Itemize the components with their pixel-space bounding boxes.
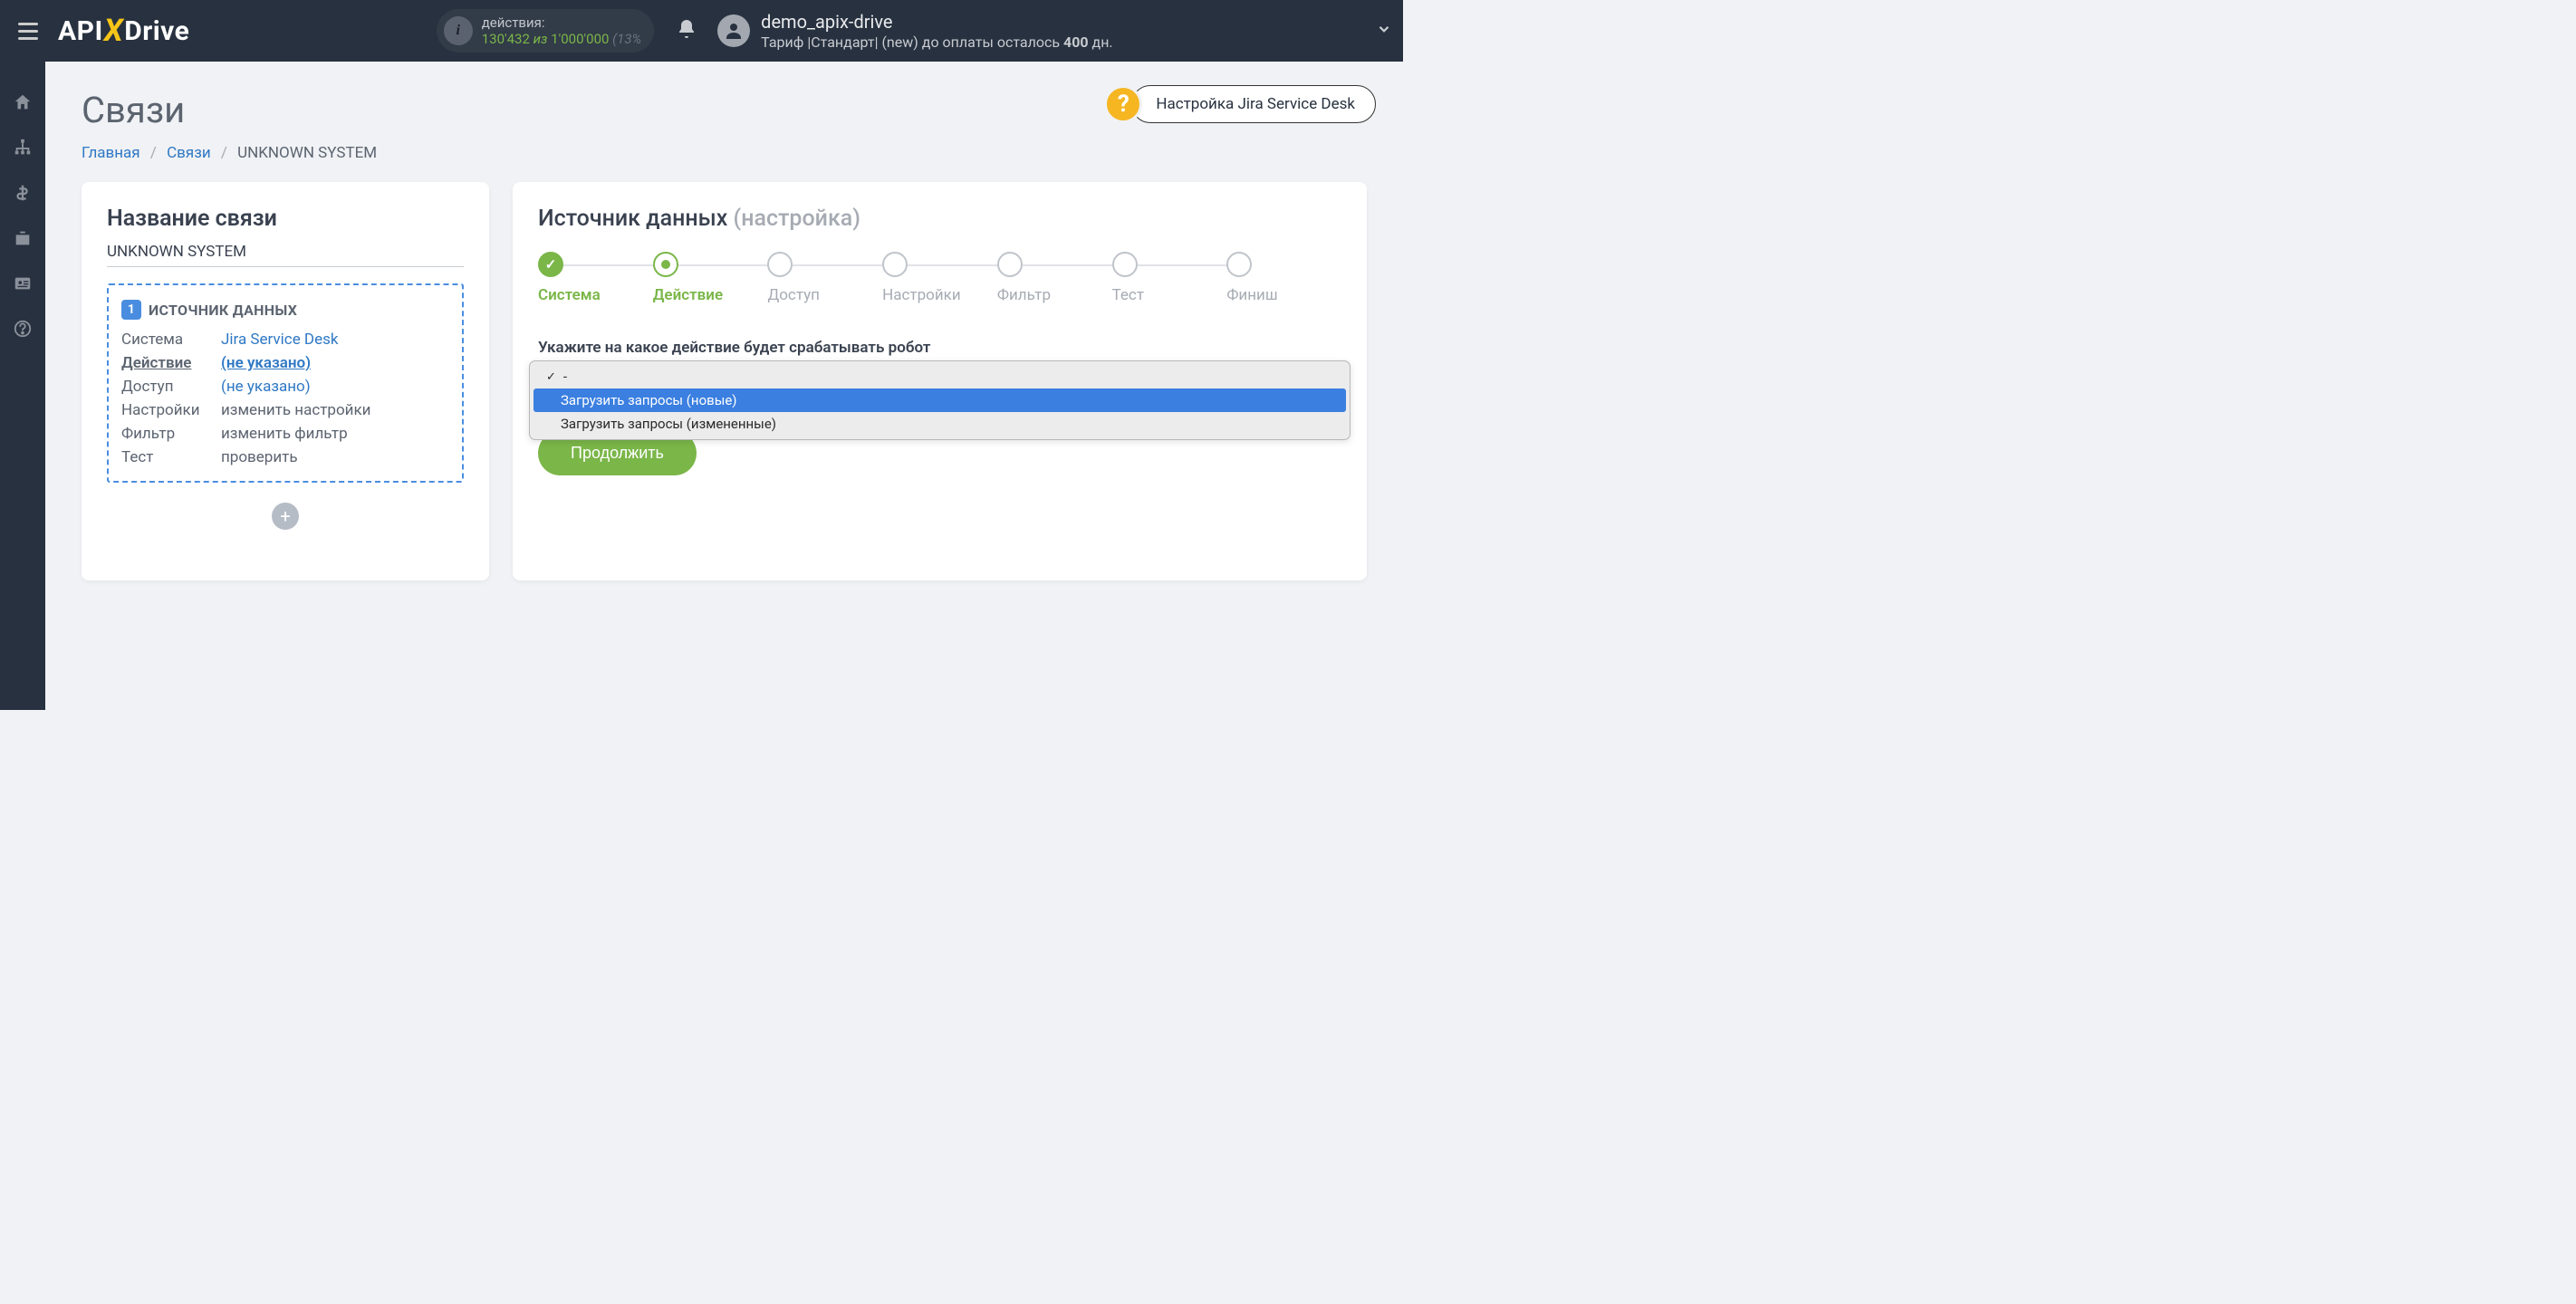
breadcrumb: Главная / Связи / UNKNOWN SYSTEM: [82, 144, 1367, 162]
topbar: APIXDrive i действия: 130'432 из 1'000'0…: [0, 0, 1403, 62]
row-test-val[interactable]: проверить: [221, 448, 449, 466]
actions-extra: (13%: [612, 31, 641, 47]
step-test[interactable]: Тест: [1112, 252, 1227, 304]
source-box: 1 ИСТОЧНИК ДАННЫХ Система Jira Service D…: [107, 283, 464, 483]
sidebar-item-help[interactable]: [0, 306, 45, 351]
sidebar-item-briefcase[interactable]: [0, 216, 45, 261]
step-filter[interactable]: Фильтр: [997, 252, 1112, 304]
source-header: ИСТОЧНИК ДАННЫХ: [149, 302, 297, 319]
row-system-val[interactable]: Jira Service Desk: [221, 331, 449, 349]
card-left-title: Название связи: [107, 206, 464, 232]
card-connection: Название связи UNKNOWN SYSTEM 1 ИСТОЧНИК…: [82, 182, 489, 580]
row-access-val[interactable]: (не указано): [221, 378, 449, 396]
connection-name[interactable]: UNKNOWN SYSTEM: [107, 232, 464, 267]
card-right-title: Источник данных (настройка): [538, 206, 1341, 232]
actions-label: действия:: [482, 14, 641, 31]
row-action-key: Действие: [121, 354, 221, 372]
actions-count: 130'432: [482, 31, 530, 47]
card-source-config: Источник данных (настройка) Система Дейс…: [513, 182, 1367, 580]
actions-of: из: [533, 31, 548, 47]
row-test-key: Тест: [121, 448, 221, 466]
actions-counter: i действия: 130'432 из 1'000'000 (13%: [437, 9, 654, 53]
step-finish[interactable]: Финиш: [1226, 252, 1341, 304]
row-filter-val[interactable]: изменить фильтр: [221, 425, 449, 443]
row-action-val[interactable]: (не указано): [221, 354, 449, 372]
sidebar-item-card[interactable]: [0, 261, 45, 306]
row-system-key: Система: [121, 331, 221, 349]
steps: Система Действие Доступ Настройки: [538, 252, 1341, 304]
row-settings-val[interactable]: изменить настройки: [221, 401, 449, 419]
row-access-key: Доступ: [121, 378, 221, 396]
option-load-changed[interactable]: Загрузить запросы (измененные): [533, 412, 1346, 436]
menu-icon[interactable]: [11, 15, 45, 47]
actions-total: 1'000'000: [551, 31, 609, 47]
action-dropdown: - Загрузить запросы (новые) Загрузить за…: [529, 360, 1350, 440]
add-button[interactable]: +: [272, 503, 299, 530]
breadcrumb-links[interactable]: Связи: [167, 144, 211, 162]
logo[interactable]: APIXDrive: [58, 13, 189, 49]
step-access[interactable]: Доступ: [767, 252, 882, 304]
sidebar-item-links[interactable]: [0, 125, 45, 170]
badge-num: 1: [121, 300, 141, 320]
help-pill[interactable]: ? Настройка Jira Service Desk: [1104, 85, 1376, 123]
bell-icon[interactable]: [676, 18, 697, 43]
user-tariff: Тариф |Стандарт| (new) до оплаты осталос…: [761, 34, 1112, 52]
action-prompt: Укажите на какое действие будет срабатыв…: [538, 339, 1341, 357]
user-block[interactable]: demo_apix-drive Тариф |Стандарт| (new) д…: [717, 11, 1112, 52]
step-settings[interactable]: Настройки: [882, 252, 997, 304]
breadcrumb-current: UNKNOWN SYSTEM: [237, 144, 377, 162]
sidebar-item-billing[interactable]: [0, 170, 45, 216]
info-icon: i: [444, 16, 473, 45]
step-action[interactable]: Действие: [653, 252, 768, 304]
main: ? Настройка Jira Service Desk Связи Глав…: [45, 62, 1403, 710]
breadcrumb-home[interactable]: Главная: [82, 144, 140, 162]
sidebar: [0, 62, 45, 710]
sidebar-item-home[interactable]: [0, 80, 45, 125]
option-load-new[interactable]: Загрузить запросы (новые): [533, 388, 1346, 412]
avatar-icon: [717, 14, 750, 47]
step-system[interactable]: Система: [538, 252, 653, 304]
chevron-down-icon[interactable]: [1376, 21, 1392, 41]
row-filter-key: Фильтр: [121, 425, 221, 443]
help-label: Настройка Jira Service Desk: [1131, 85, 1376, 123]
row-settings-key: Настройки: [121, 401, 221, 419]
option-none[interactable]: -: [533, 365, 1346, 388]
user-name: demo_apix-drive: [761, 11, 1112, 34]
